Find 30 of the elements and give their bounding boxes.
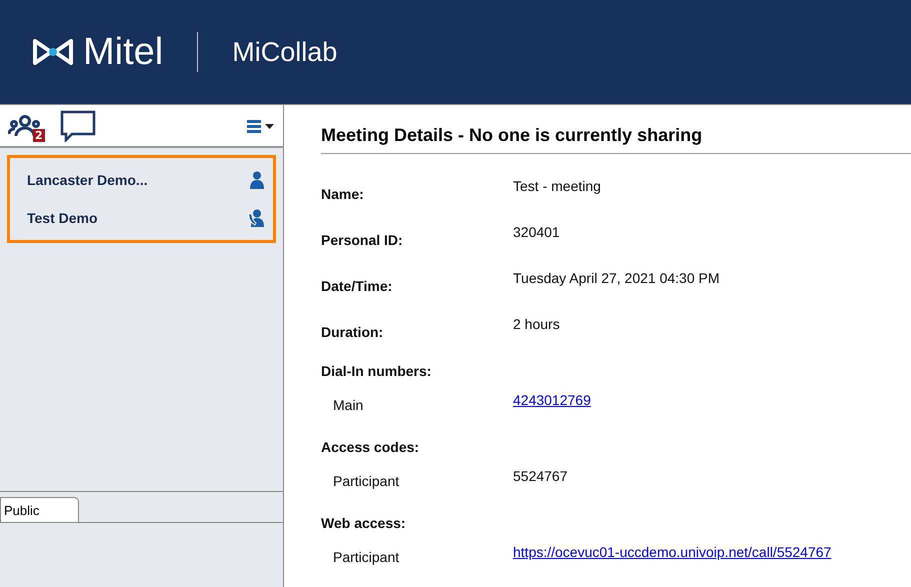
field-label: Participant: [333, 472, 400, 491]
people-icon[interactable]: [8, 114, 42, 138]
field-value: 2 hours: [513, 315, 560, 334]
field-label: Date/Time:: [321, 277, 394, 296]
section-label: Web access:: [321, 514, 406, 533]
person-icon: [250, 171, 264, 189]
field-value: Tuesday April 27, 2021 04:30 PM: [513, 269, 720, 288]
field-label: Duration:: [321, 323, 384, 342]
tab[interactable]: Public: [0, 497, 79, 523]
field-value: 320401: [513, 223, 560, 242]
product-name: MiCollab: [232, 38, 338, 66]
person-phone-icon: [248, 209, 264, 227]
logo-icon: [31, 37, 75, 67]
section-label: Dial-In numbers:: [321, 362, 432, 381]
field-value: 5524767: [513, 467, 568, 486]
menu-icon[interactable]: [247, 118, 275, 132]
field-label: Name:: [321, 185, 365, 204]
chat-icon[interactable]: [60, 110, 96, 142]
field-label: Main: [333, 396, 364, 415]
field-label: Participant: [333, 548, 400, 567]
count-badge: 2: [33, 128, 45, 142]
field-value: Test - meeting: [513, 177, 601, 196]
meeting-name[interactable]: Lancaster Demo...: [27, 170, 250, 190]
details-title: Meeting Details - No one is currently sharing: [321, 122, 911, 154]
meeting-name[interactable]: Test Demo: [27, 208, 248, 228]
section-label: Access codes:: [321, 438, 420, 457]
link[interactable]: 4243012769: [513, 390, 591, 411]
brand-name: Mitel: [83, 33, 164, 71]
link[interactable]: https://ocevuc01-uccdemo.univoip.net/call/5524767: [513, 542, 832, 563]
field-label: Personal ID:: [321, 231, 404, 250]
